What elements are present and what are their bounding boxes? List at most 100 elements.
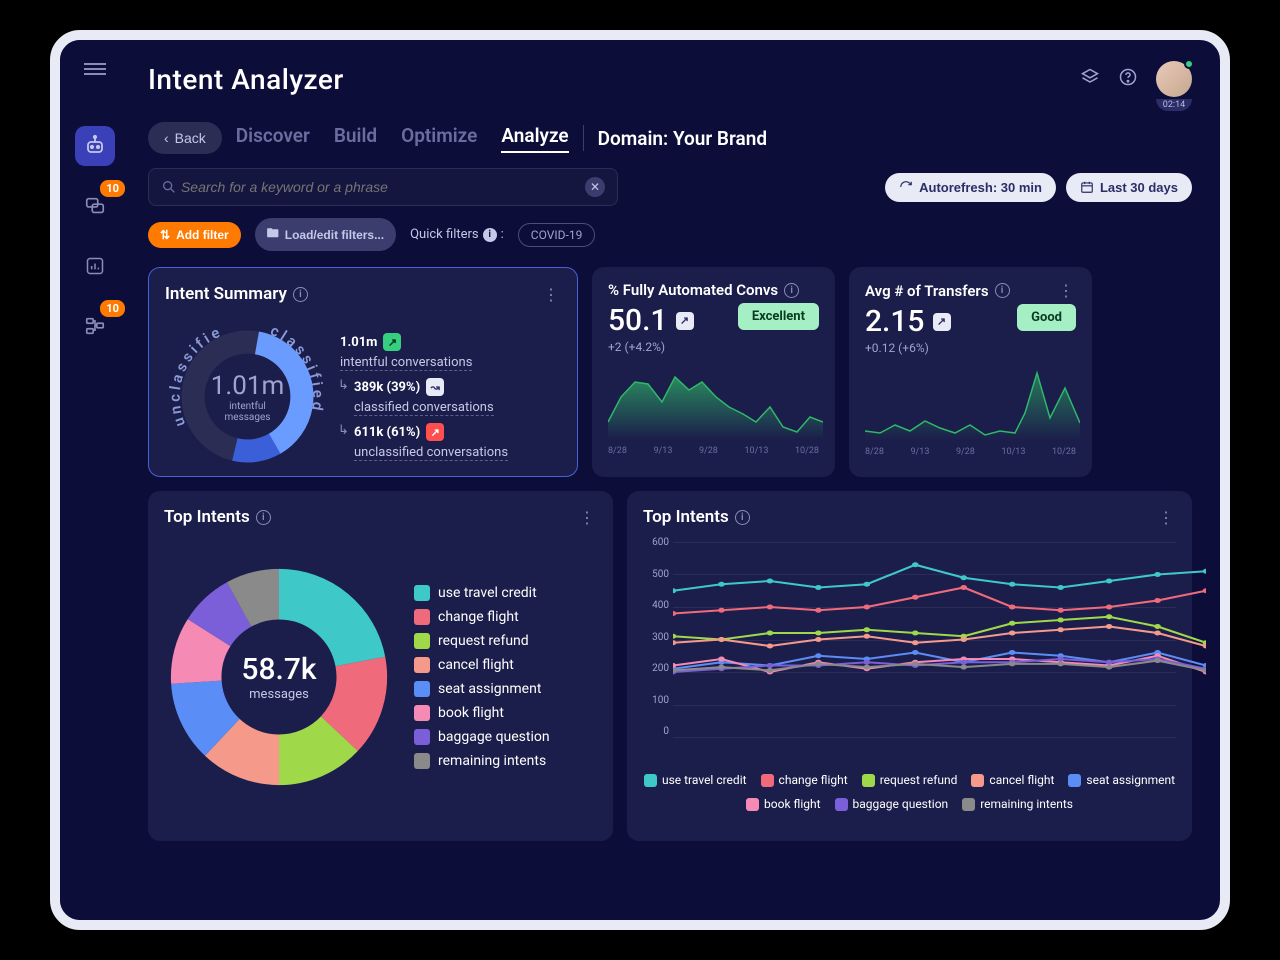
daterange-button[interactable]: Last 30 days: [1066, 173, 1192, 202]
legend-item[interactable]: baggage question: [835, 797, 949, 811]
card-menu-icon[interactable]: ⋮: [579, 508, 597, 527]
sidebar-item-conversations[interactable]: 10: [75, 186, 115, 226]
classified-value: 389k (39%): [354, 380, 420, 395]
unclassified-desc[interactable]: unclassified conversations: [354, 445, 508, 461]
legend-label: change flight: [438, 609, 519, 625]
session-timer: 02:14: [1156, 99, 1192, 111]
legend-swatch: [862, 774, 875, 787]
legend-item[interactable]: seat assignment: [414, 681, 550, 697]
legend-label: cancel flight: [438, 657, 514, 673]
legend-item[interactable]: baggage question: [414, 729, 550, 745]
sidebar-item-analytics[interactable]: [75, 246, 115, 286]
legend-label: seat assignment: [438, 681, 541, 697]
filter-icon: ⇅: [160, 228, 170, 242]
legend-item[interactable]: change flight: [414, 609, 550, 625]
legend-label: use travel credit: [438, 585, 537, 601]
legend-item[interactable]: cancel flight: [414, 657, 550, 673]
card-intent-summary: Intent Summaryi ⋮ classif: [148, 267, 578, 477]
legend-swatch: [414, 753, 430, 769]
sidebar: 10 10: [60, 40, 130, 920]
hamburger-menu-icon[interactable]: [84, 60, 106, 78]
add-filter-label: Add filter: [176, 228, 229, 242]
main-tabs: Discover Build Optimize Analyze: [236, 124, 569, 153]
donut-center-label: intentful messages: [211, 401, 285, 423]
layers-icon[interactable]: [1080, 67, 1100, 91]
card-top-intents-donut: Top Intents i ⋮ 58.7k messages use travel…: [148, 491, 613, 841]
card-menu-icon[interactable]: ⋮: [1158, 508, 1176, 527]
tab-build[interactable]: Build: [334, 124, 377, 153]
kpi-axis: 8/289/139/2810/1310/28: [865, 447, 1076, 457]
legend-swatch: [1068, 774, 1081, 787]
back-button[interactable]: ‹ Back: [148, 122, 222, 154]
legend-swatch: [414, 609, 430, 625]
help-icon[interactable]: [1118, 67, 1138, 91]
legend-swatch: [761, 774, 774, 787]
donut2-center-value: 58.7k: [241, 652, 316, 687]
sidebar-badge-flows: 10: [100, 300, 125, 317]
legend-item[interactable]: cancel flight: [971, 773, 1054, 787]
legend-swatch: [644, 774, 657, 787]
total-value: 1.01m: [340, 335, 377, 350]
folder-icon: 🖿: [267, 224, 279, 245]
quick-filter-chip[interactable]: COVID-19: [518, 223, 596, 247]
search-icon: [161, 179, 177, 195]
legend-swatch: [414, 657, 430, 673]
legend-item[interactable]: remaining intents: [414, 753, 550, 769]
legend-item[interactable]: remaining intents: [962, 797, 1073, 811]
tab-discover[interactable]: Discover: [236, 124, 310, 153]
kpi-transfers-title: Avg # of Transfers: [865, 282, 989, 300]
top-intents-line-chart: 6005004003002001000: [643, 537, 1176, 767]
legend-item[interactable]: book flight: [746, 797, 821, 811]
app-frame: 10 10 Intent Analyzer 02:14: [50, 30, 1230, 930]
tab-optimize[interactable]: Optimize: [401, 124, 477, 153]
top-intents-line-legend: use travel credit change flight request re…: [643, 773, 1176, 811]
online-status-dot: [1184, 59, 1194, 69]
search-input[interactable]: [181, 179, 585, 195]
legend-label: request refund: [880, 773, 958, 787]
legend-swatch: [414, 681, 430, 697]
legend-swatch: [414, 729, 430, 745]
legend-item[interactable]: use travel credit: [414, 585, 550, 601]
trend-flat-icon: ↝: [426, 378, 444, 396]
classified-desc[interactable]: classified conversations: [354, 400, 494, 416]
load-filters-button[interactable]: 🖿 Load/edit filters...: [255, 218, 396, 251]
search-input-wrap[interactable]: ✕: [148, 168, 618, 206]
legend-item[interactable]: seat assignment: [1068, 773, 1175, 787]
refresh-icon: [899, 180, 913, 194]
legend-label: request refund: [438, 633, 529, 649]
card-automated-convs: % Fully Automated Convsi 50.1 ↗ +2 (+4.2…: [592, 267, 835, 477]
info-icon[interactable]: i: [995, 283, 1010, 298]
total-desc[interactable]: intentful conversations: [340, 355, 472, 371]
legend-label: baggage question: [853, 797, 949, 811]
info-icon[interactable]: i: [784, 283, 799, 298]
legend-item[interactable]: book flight: [414, 705, 550, 721]
card-avg-transfers: Avg # of Transfersi ⋮ 2.15 ↗ +0.12 (+6%)…: [849, 267, 1092, 477]
info-icon[interactable]: i: [735, 510, 750, 525]
main-content: Intent Analyzer 02:14 ‹ Back: [130, 40, 1220, 920]
sidebar-item-bot[interactable]: [75, 126, 115, 166]
trend-up-icon: ↗: [676, 312, 694, 330]
legend-item[interactable]: request refund: [862, 773, 958, 787]
tab-analyze[interactable]: Analyze: [501, 124, 568, 153]
chat-icon: [84, 195, 106, 217]
card-menu-icon[interactable]: ⋮: [543, 285, 561, 304]
info-icon[interactable]: i: [483, 228, 497, 242]
legend-swatch: [835, 798, 848, 811]
info-icon[interactable]: i: [256, 510, 271, 525]
legend-label: seat assignment: [1086, 773, 1175, 787]
card-menu-icon[interactable]: ⋮: [1058, 281, 1076, 300]
avatar[interactable]: 02:14: [1156, 61, 1192, 97]
robot-icon: [83, 134, 107, 158]
legend-item[interactable]: change flight: [761, 773, 848, 787]
top-intents-donut-title: Top Intents: [164, 507, 250, 527]
info-icon[interactable]: i: [293, 287, 308, 302]
autorefresh-button[interactable]: Autorefresh: 30 min: [885, 173, 1056, 202]
legend-item[interactable]: use travel credit: [644, 773, 747, 787]
legend-swatch: [414, 585, 430, 601]
top-intents-donut-chart: 58.7k messages: [164, 562, 394, 792]
kpi-transfers-sparkline: [865, 363, 1080, 441]
sidebar-item-flows[interactable]: 10: [75, 306, 115, 346]
add-filter-button[interactable]: ⇅ Add filter: [148, 222, 241, 248]
clear-search-icon[interactable]: ✕: [585, 177, 605, 197]
legend-item[interactable]: request refund: [414, 633, 550, 649]
